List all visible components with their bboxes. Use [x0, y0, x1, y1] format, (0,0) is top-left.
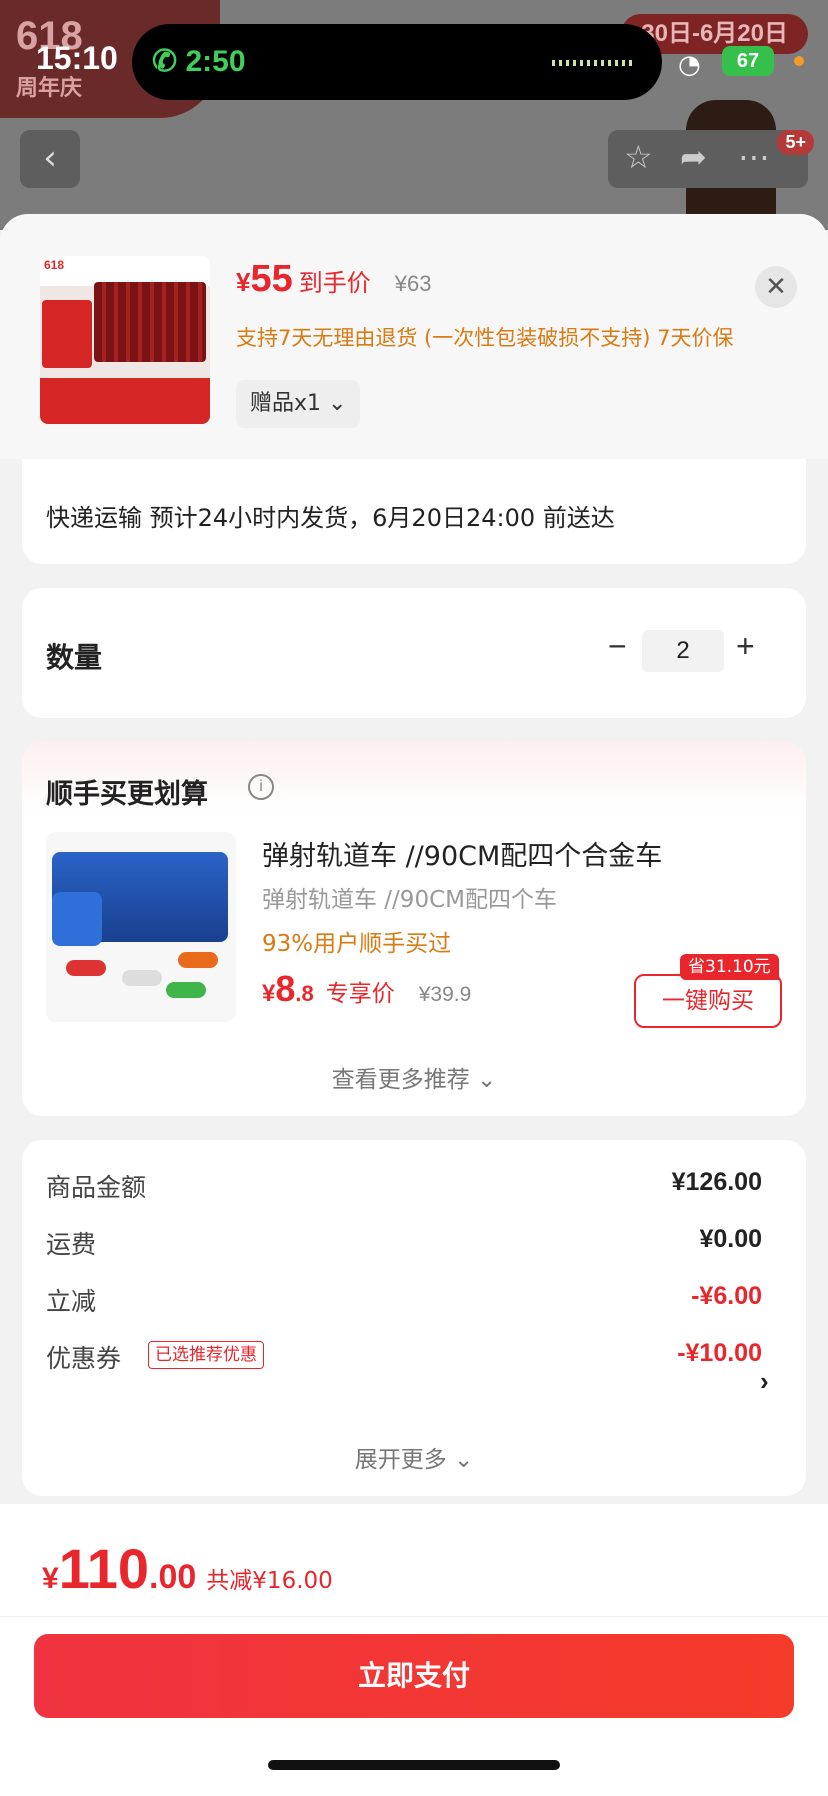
battery-indicator: 67: [722, 46, 774, 76]
price-summary-card: 商品金额 ¥126.00 运费 ¥0.00 立减 -¥6.00 优惠券 已选推荐…: [22, 1140, 806, 1496]
gift-selector[interactable]: 赠品x1 ⌄: [236, 380, 361, 428]
chevron-down-icon: ⌄: [328, 391, 347, 416]
info-icon[interactable]: i: [248, 774, 274, 800]
phone-icon: ✆: [152, 45, 178, 78]
return-policy: 支持7天无理由退货 (一次性包装破损不支持) 7天价保: [236, 326, 734, 350]
summary-row-discount: 立减 -¥6.00: [46, 1282, 762, 1316]
expand-more-link[interactable]: 展开更多 ⌄: [22, 1440, 806, 1474]
status-time: 15:10: [36, 40, 118, 76]
recommend-card: 顺手买更划算 i 弹射轨道车 //90CM配四个合金车 弹射轨道车 //90CM…: [22, 742, 806, 1116]
share-icon[interactable]: ➦: [680, 138, 707, 176]
home-indicator[interactable]: [268, 1760, 560, 1770]
product-thumbnail: 618: [40, 256, 210, 424]
summary-row-shipping: 运费 ¥0.00: [46, 1225, 762, 1259]
divider: [0, 1616, 828, 1617]
bottles-image: [94, 282, 206, 362]
recommend-price: ¥8.8 专享价 ¥39.9: [262, 968, 472, 1009]
recommend-item-spec: 弹射轨道车 //90CM配四个车: [262, 887, 557, 913]
audio-wave-icon: [552, 60, 632, 66]
checkout-footer: ¥110.00 共减¥16.00 立即支付: [0, 1504, 828, 1796]
final-price-value: 55: [250, 258, 293, 300]
total-reduction: 共减¥16.00: [206, 1568, 333, 1594]
chevron-right-icon[interactable]: ›: [760, 1366, 769, 1397]
favorite-icon[interactable]: ☆: [624, 138, 653, 176]
checkout-sheet: 618 ¥55 到手价 ¥63 ✕ 支持7天无理由退货 (一次性包装破损不支持) 7…: [0, 214, 828, 1796]
exclusive-price-label: 专享价: [325, 981, 395, 1007]
product-header: 618 ¥55 到手价 ¥63 ✕ 支持7天无理由退货 (一次性包装破损不支持) 7…: [0, 214, 828, 459]
quantity-increase-button[interactable]: +: [736, 628, 755, 665]
final-price-label: 到手价: [298, 269, 371, 297]
dynamic-island[interactable]: ✆ 2:50: [132, 24, 662, 100]
more-icon[interactable]: ⋯: [738, 138, 770, 176]
cart-badge: 5+: [777, 130, 814, 155]
back-icon[interactable]: ‹: [20, 130, 80, 188]
recommend-title: 顺手买更划算: [46, 779, 208, 810]
shipping-info: 快递运输 预计24小时内发货，6月20日24:00 前送达: [46, 504, 615, 532]
close-icon[interactable]: ✕: [755, 266, 797, 308]
see-more-recommend-link[interactable]: 查看更多推荐 ⌄: [22, 1060, 806, 1094]
privacy-dot: [794, 56, 804, 66]
recommend-original-price: ¥39.9: [418, 983, 472, 1006]
total-price: ¥110.00 共减¥16.00: [42, 1537, 333, 1600]
save-amount-badge: 省31.10元: [680, 954, 779, 980]
recommend-bought-rate: 93%用户顺手买过: [262, 931, 452, 957]
quantity-input[interactable]: 2: [642, 630, 724, 672]
summary-row-goods: 商品金额 ¥126.00: [46, 1168, 762, 1202]
pay-now-button[interactable]: 立即支付: [34, 1634, 794, 1718]
call-duration: 2:50: [185, 45, 246, 78]
brand-logo: 618: [44, 258, 65, 272]
coupon-selected-tag: 已选推荐优惠: [148, 1341, 264, 1369]
wifi-icon: ◔: [678, 50, 701, 80]
one-click-buy-button[interactable]: 一键购买: [634, 974, 782, 1028]
quantity-decrease-button[interactable]: −: [608, 628, 627, 665]
status-bar: 15:10 ✆ 2:50 ◔ 67: [0, 0, 828, 110]
quantity-label: 数量: [46, 641, 103, 674]
summary-row-coupon[interactable]: 优惠券 已选推荐优惠 -¥10.00: [46, 1339, 766, 1389]
recommend-item-name[interactable]: 弹射轨道车 //90CM配四个合金车: [262, 834, 662, 873]
recommend-item-image[interactable]: [46, 832, 236, 1022]
original-price: ¥63: [394, 271, 432, 296]
final-price: ¥55 到手价 ¥63: [236, 258, 432, 300]
call-indicator: ✆ 2:50: [152, 44, 246, 79]
quantity-card: 数量 − 2 +: [22, 588, 806, 718]
